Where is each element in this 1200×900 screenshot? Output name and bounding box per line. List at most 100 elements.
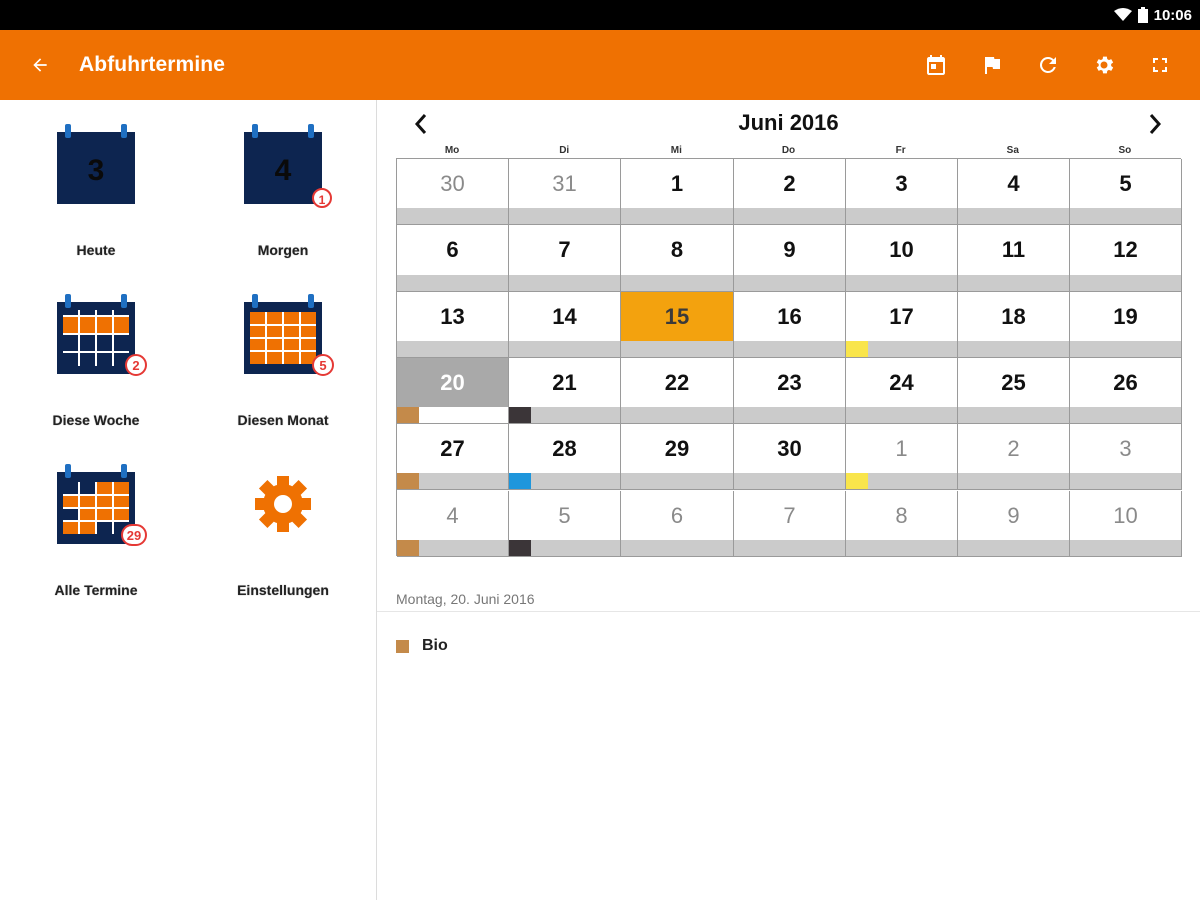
flag-icon bbox=[985, 57, 1000, 74]
tile-settings[interactable]: Einstellungen bbox=[208, 464, 358, 604]
calendar-day-cell[interactable]: 24 bbox=[846, 357, 958, 425]
calendar-day-cell[interactable]: 5 bbox=[509, 490, 621, 557]
calendar-day-cell[interactable]: 12 bbox=[1070, 225, 1182, 292]
event-bar bbox=[1070, 539, 1181, 556]
flag-button[interactable] bbox=[976, 49, 1008, 81]
day-number: 7 bbox=[558, 237, 571, 263]
calendar-day-cell[interactable]: 4 bbox=[958, 159, 1070, 226]
calendar-day-cell[interactable]: 10 bbox=[1070, 490, 1182, 557]
gear-icon bbox=[208, 464, 358, 564]
waste-type-label: Bio bbox=[422, 637, 448, 654]
calendar-day-cell[interactable]: 14 bbox=[509, 291, 621, 358]
calendar-day-cell[interactable]: 28 bbox=[509, 424, 621, 491]
calendar-day-cell[interactable]: 9 bbox=[734, 225, 846, 292]
calendar-day-cell[interactable]: 31 bbox=[509, 159, 621, 226]
event-bar bbox=[734, 473, 845, 490]
weekday-label: So bbox=[1118, 145, 1132, 156]
calendar-day-cell[interactable]: 27 bbox=[397, 424, 509, 491]
calendar-day-cell[interactable]: 25 bbox=[958, 357, 1070, 425]
calendar-day-cell[interactable]: 23 bbox=[734, 357, 846, 425]
collection-item[interactable]: Bio bbox=[396, 637, 448, 655]
calendar-day-cell[interactable]: 3 bbox=[1070, 424, 1182, 491]
tile-this-week[interactable]: 2 Diese Woche bbox=[21, 294, 171, 434]
calendar-day-cell[interactable]: 1 bbox=[846, 424, 958, 491]
calendar-day-cell[interactable]: 2 bbox=[958, 424, 1070, 491]
calendar-day-cell[interactable]: 30 bbox=[734, 424, 846, 491]
collection-marker bbox=[397, 473, 419, 490]
calendar-day-cell[interactable]: 26 bbox=[1070, 357, 1182, 425]
tile-tomorrow[interactable]: 4 1 Morgen bbox=[208, 124, 358, 264]
day-number: 11 bbox=[1001, 237, 1026, 263]
calendar-day-cell[interactable]: 6 bbox=[397, 225, 509, 292]
day-number: 10 bbox=[1113, 502, 1138, 528]
day-number: 6 bbox=[670, 502, 684, 528]
calendar-day-cell[interactable]: 19 bbox=[1070, 291, 1182, 358]
calendar-day-cell[interactable]: 18 bbox=[958, 291, 1070, 358]
calendar-day-cell[interactable]: 3 bbox=[846, 159, 958, 226]
calendar-day-cell[interactable]: 5 bbox=[1070, 159, 1182, 226]
event-bar bbox=[621, 407, 733, 424]
tile-settings-label: Einstellungen bbox=[237, 582, 329, 598]
tile-this-month[interactable]: 5 Diesen Monat bbox=[208, 294, 358, 434]
calendar-day-cell[interactable]: 7 bbox=[734, 490, 846, 557]
weekday-label: Fr bbox=[895, 145, 906, 156]
detail-divider bbox=[377, 611, 1200, 612]
day-number: 4 bbox=[1007, 171, 1020, 196]
calendar-day-cell[interactable]: 17 bbox=[846, 291, 958, 358]
previous-month-button[interactable] bbox=[405, 108, 437, 140]
calendar-day-cell[interactable]: 30 bbox=[397, 159, 509, 226]
calendar-day-cell[interactable]: 4 bbox=[397, 490, 509, 557]
day-number: 1 bbox=[670, 171, 684, 196]
tile-this-week-label: Diese Woche bbox=[52, 412, 140, 428]
day-number: 21 bbox=[552, 369, 577, 395]
calendar-day-cell[interactable]: 29 bbox=[621, 424, 734, 491]
battery-icon bbox=[1137, 7, 1148, 23]
day-number: 27 bbox=[440, 436, 465, 462]
day-number: 8 bbox=[895, 502, 908, 528]
calendar-today-button[interactable] bbox=[920, 49, 952, 81]
settings-button[interactable] bbox=[1088, 49, 1120, 81]
event-bar bbox=[734, 539, 845, 556]
refresh-button[interactable] bbox=[1032, 49, 1064, 81]
calendar-day-cell[interactable]: 15 bbox=[621, 291, 734, 358]
badge: 5 bbox=[312, 354, 334, 376]
calendar-day-cell[interactable]: 9 bbox=[958, 490, 1070, 557]
fullscreen-button[interactable] bbox=[1144, 49, 1176, 81]
next-month-button[interactable] bbox=[1139, 108, 1171, 140]
calendar-day-cell[interactable]: 8 bbox=[621, 225, 734, 292]
weekday-header: Mo Di Mi Do Fr Sa So bbox=[396, 145, 1181, 158]
month-title: Juni 2016 bbox=[738, 110, 839, 135]
calendar-day-cell[interactable]: 20 bbox=[397, 357, 509, 425]
day-number: 16 bbox=[777, 303, 802, 329]
calendar-day-cell[interactable]: 2 bbox=[734, 159, 846, 226]
back-button[interactable] bbox=[20, 45, 60, 85]
calendar-day-cell[interactable]: 13 bbox=[397, 291, 509, 358]
calendar-day-cell[interactable]: 10 bbox=[846, 225, 958, 292]
calendar-day-cell[interactable]: 22 bbox=[621, 357, 734, 425]
collection-marker bbox=[509, 407, 531, 424]
calendar-day-cell[interactable]: 8 bbox=[846, 490, 958, 557]
calendar-day-cell[interactable]: 16 bbox=[734, 291, 846, 358]
badge: 29 bbox=[121, 524, 147, 546]
calendar-day-cell[interactable]: 11 bbox=[958, 225, 1070, 292]
event-bar bbox=[621, 473, 733, 490]
event-bar bbox=[397, 208, 508, 225]
day-number: 19 bbox=[1113, 303, 1138, 329]
calendar-day-cell[interactable]: 6 bbox=[621, 490, 734, 557]
tile-today[interactable]: 3 Heute bbox=[21, 124, 171, 264]
fullscreen-icon bbox=[1153, 58, 1167, 72]
chevron-right-icon bbox=[1149, 114, 1162, 134]
day-number: 20 bbox=[397, 357, 508, 407]
event-bar bbox=[958, 340, 1069, 357]
calendar-day-cell[interactable]: 7 bbox=[509, 225, 621, 292]
event-bar bbox=[846, 539, 957, 556]
calendar-day-cell[interactable]: 1 bbox=[621, 159, 734, 226]
day-number: 30 bbox=[777, 436, 802, 462]
calendar-day-cell[interactable]: 21 bbox=[509, 357, 621, 425]
event-bar bbox=[621, 539, 733, 556]
event-bar bbox=[397, 274, 508, 291]
day-number: 5 bbox=[1119, 171, 1132, 196]
badge: 2 bbox=[125, 354, 147, 376]
tile-all-dates[interactable]: 29 Alle Termine bbox=[21, 464, 171, 604]
tile-this-month-label: Diesen Monat bbox=[237, 412, 329, 428]
